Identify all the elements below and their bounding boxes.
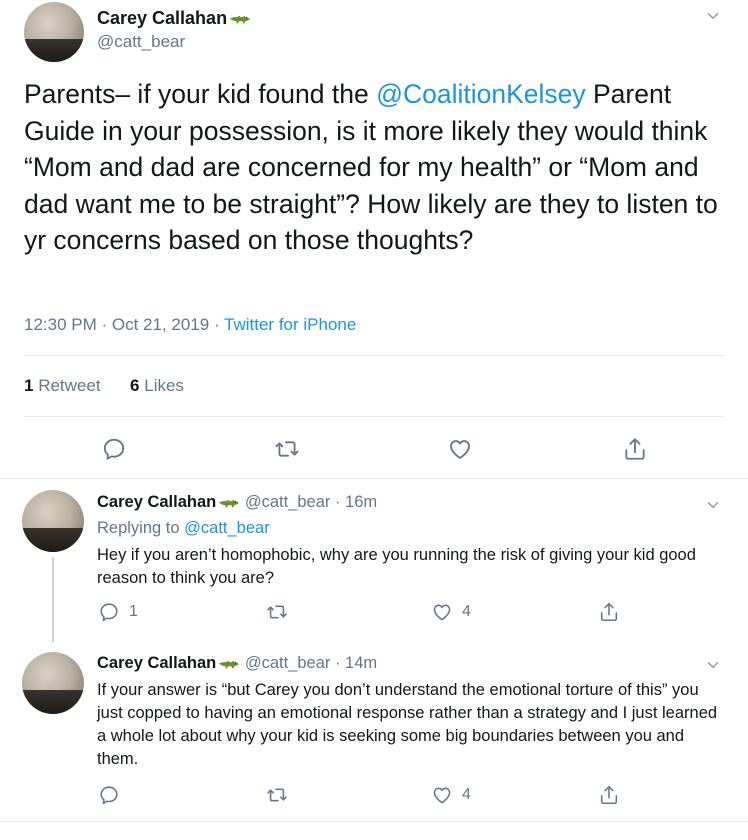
share-button[interactable] (598, 784, 620, 806)
retweet-icon (266, 784, 288, 806)
like-count: 6 (130, 376, 140, 395)
author-name[interactable]: Carey Callahan (97, 8, 251, 29)
tweet-age[interactable]: · 16m (330, 493, 377, 511)
reply-header: Carey Callahan @catt_bear · 14m (97, 654, 377, 673)
like-label: Likes (144, 376, 184, 395)
reply-button[interactable] (101, 436, 127, 462)
share-button[interactable] (622, 436, 648, 462)
author-name-text[interactable]: Carey Callahan (97, 8, 227, 28)
reply-header: Carey Callahan @catt_bear · 16m (97, 493, 377, 512)
retweet-stat[interactable]: 1 Retweet (24, 376, 101, 395)
tweet-stats: 1 Retweet 6 Likes (24, 376, 184, 396)
avatar[interactable] (22, 490, 84, 552)
main-tweet: Carey Callahan @catt_bear Parents– if yo… (0, 0, 748, 478)
tweet-meta: 12:30 PM · Oct 21, 2019 · Twitter for iP… (24, 315, 356, 335)
tweet-time[interactable]: 12:30 PM (24, 315, 97, 334)
replying-to: Replying to @catt_bear (97, 519, 270, 538)
divider (0, 821, 748, 822)
tweet-date[interactable]: Oct 21, 2019 (112, 315, 209, 334)
thread-line (52, 557, 54, 642)
share-button[interactable] (598, 601, 620, 623)
tweet-age[interactable]: · 14m (330, 654, 377, 672)
divider (24, 416, 724, 417)
share-icon (622, 436, 648, 462)
like-count: 4 (462, 603, 471, 620)
action-bar (0, 432, 748, 464)
chevron-down-icon[interactable] (707, 659, 719, 671)
reply-tweet[interactable]: Carey Callahan @catt_bear · 16m Replying… (0, 479, 748, 642)
reply-button[interactable] (98, 784, 120, 806)
author-handle[interactable]: @catt_bear (97, 32, 185, 52)
author-handle[interactable]: @catt_bear (245, 493, 331, 511)
chevron-down-icon[interactable] (707, 10, 719, 22)
crocodile-emoji-icon (229, 12, 251, 26)
author-handle[interactable]: @catt_bear (245, 654, 331, 672)
retweet-icon (266, 601, 288, 623)
chevron-down-icon[interactable] (707, 499, 719, 511)
retweet-count: 1 (24, 376, 34, 395)
meta-separator: · (96, 315, 112, 334)
like-stat[interactable]: 6 Likes (130, 376, 184, 395)
like-button[interactable]: 4 (431, 784, 471, 806)
like-count: 4 (462, 786, 471, 803)
heart-icon (431, 601, 453, 623)
heart-icon (447, 436, 473, 462)
author-name[interactable]: Carey Callahan (97, 493, 216, 511)
reply-icon (98, 601, 120, 623)
tweet-source[interactable]: Twitter for iPhone (224, 315, 356, 334)
reply-tweet[interactable]: Carey Callahan @catt_bear · 14m If your … (0, 642, 748, 820)
avatar[interactable] (22, 652, 84, 714)
reply-icon (101, 436, 127, 462)
mention-link[interactable]: @catt_bear (184, 519, 270, 537)
like-button[interactable] (447, 436, 473, 462)
reply-count: 1 (129, 603, 138, 620)
reply-icon (98, 784, 120, 806)
retweet-button[interactable] (266, 784, 288, 806)
like-button[interactable]: 4 (431, 601, 471, 623)
heart-icon (431, 784, 453, 806)
avatar[interactable] (24, 2, 84, 62)
tweet-text: Parents– if your kid found the @Coalitio… (24, 76, 729, 259)
crocodile-emoji-icon (218, 496, 240, 510)
share-icon (598, 601, 620, 623)
share-icon (598, 784, 620, 806)
crocodile-emoji-icon (218, 657, 240, 671)
replying-label: Replying to (97, 519, 185, 537)
author-name[interactable]: Carey Callahan (97, 654, 216, 672)
reply-text: If your answer is “but Carey you don’t u… (97, 681, 718, 768)
mention-link[interactable]: @CoalitionKelsey (376, 79, 586, 109)
retweet-icon (274, 436, 300, 462)
retweet-button[interactable] (266, 601, 288, 623)
divider (24, 355, 724, 356)
reply-text: Hey if you aren’t homophobic, why are yo… (97, 546, 696, 587)
retweet-button[interactable] (274, 436, 300, 462)
tweet-text-part: Parents– if your kid found the (24, 79, 377, 109)
reply-button[interactable]: 1 (98, 601, 138, 623)
meta-separator: · (209, 315, 225, 334)
retweet-label: Retweet (38, 376, 101, 395)
